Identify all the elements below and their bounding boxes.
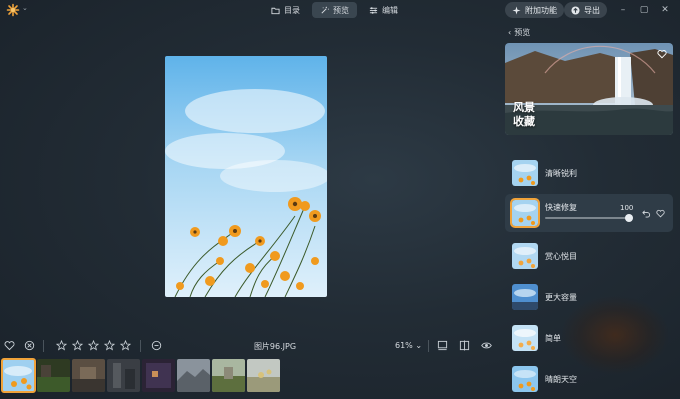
collection-hero[interactable]: 风景 收藏 bbox=[505, 43, 673, 135]
preset-item[interactable]: 清晰锐利 bbox=[505, 154, 673, 192]
close-icon[interactable]: ✕ bbox=[657, 3, 673, 17]
thumbnail[interactable] bbox=[177, 359, 210, 392]
heart-icon[interactable] bbox=[657, 49, 667, 59]
thumbnail-image bbox=[107, 359, 140, 392]
tab-label: 目录 bbox=[284, 5, 300, 15]
minimize-icon[interactable]: – bbox=[615, 3, 631, 17]
thumbnail[interactable] bbox=[72, 359, 105, 392]
thumbnail-image bbox=[212, 359, 245, 392]
chevron-down-icon[interactable]: ⌄ bbox=[22, 4, 30, 14]
preset-thumbnail-image bbox=[512, 284, 538, 310]
background-glow bbox=[560, 295, 670, 375]
thumbnail[interactable] bbox=[247, 359, 280, 392]
preset-thumbnail bbox=[512, 284, 538, 310]
slider-value: 100 bbox=[620, 204, 634, 212]
back-button[interactable]: ‹ 预览 bbox=[508, 27, 530, 38]
preset-thumbnail-image bbox=[512, 366, 538, 392]
thumbnail-image bbox=[142, 359, 175, 392]
star-icon[interactable] bbox=[88, 340, 99, 351]
add-feature-label: 附加功能 bbox=[525, 5, 557, 15]
reject-icon[interactable] bbox=[24, 340, 35, 351]
zoom-out-icon[interactable] bbox=[151, 340, 162, 351]
main-photo bbox=[165, 56, 327, 297]
preset-thumbnail-image bbox=[512, 325, 538, 351]
sliders-icon bbox=[369, 6, 378, 14]
preset-item[interactable]: 赏心悦目 bbox=[505, 237, 673, 275]
star-icon[interactable] bbox=[104, 340, 115, 351]
preset-thumbnail-image bbox=[512, 243, 538, 269]
folder-icon bbox=[271, 7, 280, 14]
export-icon bbox=[571, 5, 580, 15]
thumbnail-image bbox=[177, 359, 210, 392]
thumbnail[interactable] bbox=[1, 358, 36, 393]
hero-title-line: 风景 bbox=[513, 101, 535, 114]
preset-thumbnail bbox=[512, 325, 538, 351]
tab-catalog[interactable]: 目录 bbox=[263, 2, 308, 18]
zoom-level[interactable]: 61% ⌄ bbox=[395, 341, 422, 350]
chevron-down-icon: ⌄ bbox=[415, 341, 423, 350]
intensity-slider-track[interactable] bbox=[545, 217, 633, 219]
thumbnail-image bbox=[37, 359, 70, 392]
mode-tabs: 目录 预览 编辑 bbox=[263, 2, 406, 18]
export-label: 导出 bbox=[584, 5, 600, 15]
eye-icon[interactable] bbox=[481, 340, 492, 351]
divider bbox=[428, 340, 429, 352]
export-button[interactable]: 导出 bbox=[564, 2, 607, 18]
file-name: 图片96.JPG bbox=[253, 342, 297, 351]
back-label: 预览 bbox=[514, 28, 531, 37]
sparkle-icon bbox=[512, 5, 521, 15]
star-icon[interactable] bbox=[120, 340, 131, 351]
thumbnail[interactable] bbox=[107, 359, 140, 392]
thumbnail-image bbox=[72, 359, 105, 392]
star-icon[interactable] bbox=[72, 340, 83, 351]
preset-item-active[interactable]: 快速修复 100 bbox=[505, 194, 673, 232]
magic-wand-icon bbox=[321, 6, 329, 14]
title-bar: ⌄ 目录 预览 编辑 附加功能 导出 – ▢ ✕ bbox=[0, 0, 680, 20]
star-icon[interactable] bbox=[56, 340, 67, 351]
preset-label: 清晰锐利 bbox=[545, 169, 577, 178]
add-feature-button[interactable]: 附加功能 bbox=[505, 2, 564, 18]
divider bbox=[140, 340, 141, 352]
preset-label: 赏心悦目 bbox=[545, 252, 577, 261]
hero-title: 风景 收藏 bbox=[513, 101, 535, 129]
thumbnail[interactable] bbox=[37, 359, 70, 392]
undo-icon[interactable] bbox=[642, 209, 651, 218]
maximize-icon[interactable]: ▢ bbox=[636, 3, 652, 17]
preset-thumbnail bbox=[512, 366, 538, 392]
preset-thumbnail-image bbox=[512, 200, 538, 226]
preset-label: 快速修复 bbox=[545, 203, 577, 212]
preset-label: 晴朗天空 bbox=[545, 375, 577, 384]
intensity-slider-handle[interactable] bbox=[625, 214, 633, 222]
preset-thumbnail-image bbox=[512, 160, 538, 186]
filmstrip bbox=[1, 358, 280, 393]
tab-label: 编辑 bbox=[382, 5, 398, 15]
preset-thumbnail bbox=[512, 243, 538, 269]
chevron-left-icon: ‹ bbox=[508, 28, 512, 37]
compare-icon[interactable] bbox=[459, 340, 470, 351]
heart-icon[interactable] bbox=[656, 209, 665, 218]
fit-screen-icon[interactable] bbox=[437, 340, 448, 351]
bottom-toolbar: 图片96.JPG 61% ⌄ bbox=[0, 338, 500, 354]
app-logo-icon[interactable] bbox=[6, 3, 20, 17]
thumbnail[interactable] bbox=[142, 359, 175, 392]
preset-label: 简单 bbox=[545, 334, 561, 343]
tab-preview[interactable]: 预览 bbox=[312, 2, 357, 18]
thumbnail-image bbox=[247, 359, 280, 392]
preset-thumbnail bbox=[512, 160, 538, 186]
zoom-value: 61% bbox=[395, 341, 413, 350]
photo-image bbox=[165, 56, 327, 297]
heart-icon[interactable] bbox=[4, 340, 15, 351]
thumbnail-image bbox=[2, 359, 35, 392]
tab-edit[interactable]: 编辑 bbox=[361, 2, 406, 18]
preset-thumbnail bbox=[510, 198, 540, 228]
hero-title-line: 收藏 bbox=[513, 115, 535, 128]
tab-label: 预览 bbox=[333, 5, 349, 15]
thumbnail[interactable] bbox=[212, 359, 245, 392]
divider bbox=[43, 340, 44, 352]
